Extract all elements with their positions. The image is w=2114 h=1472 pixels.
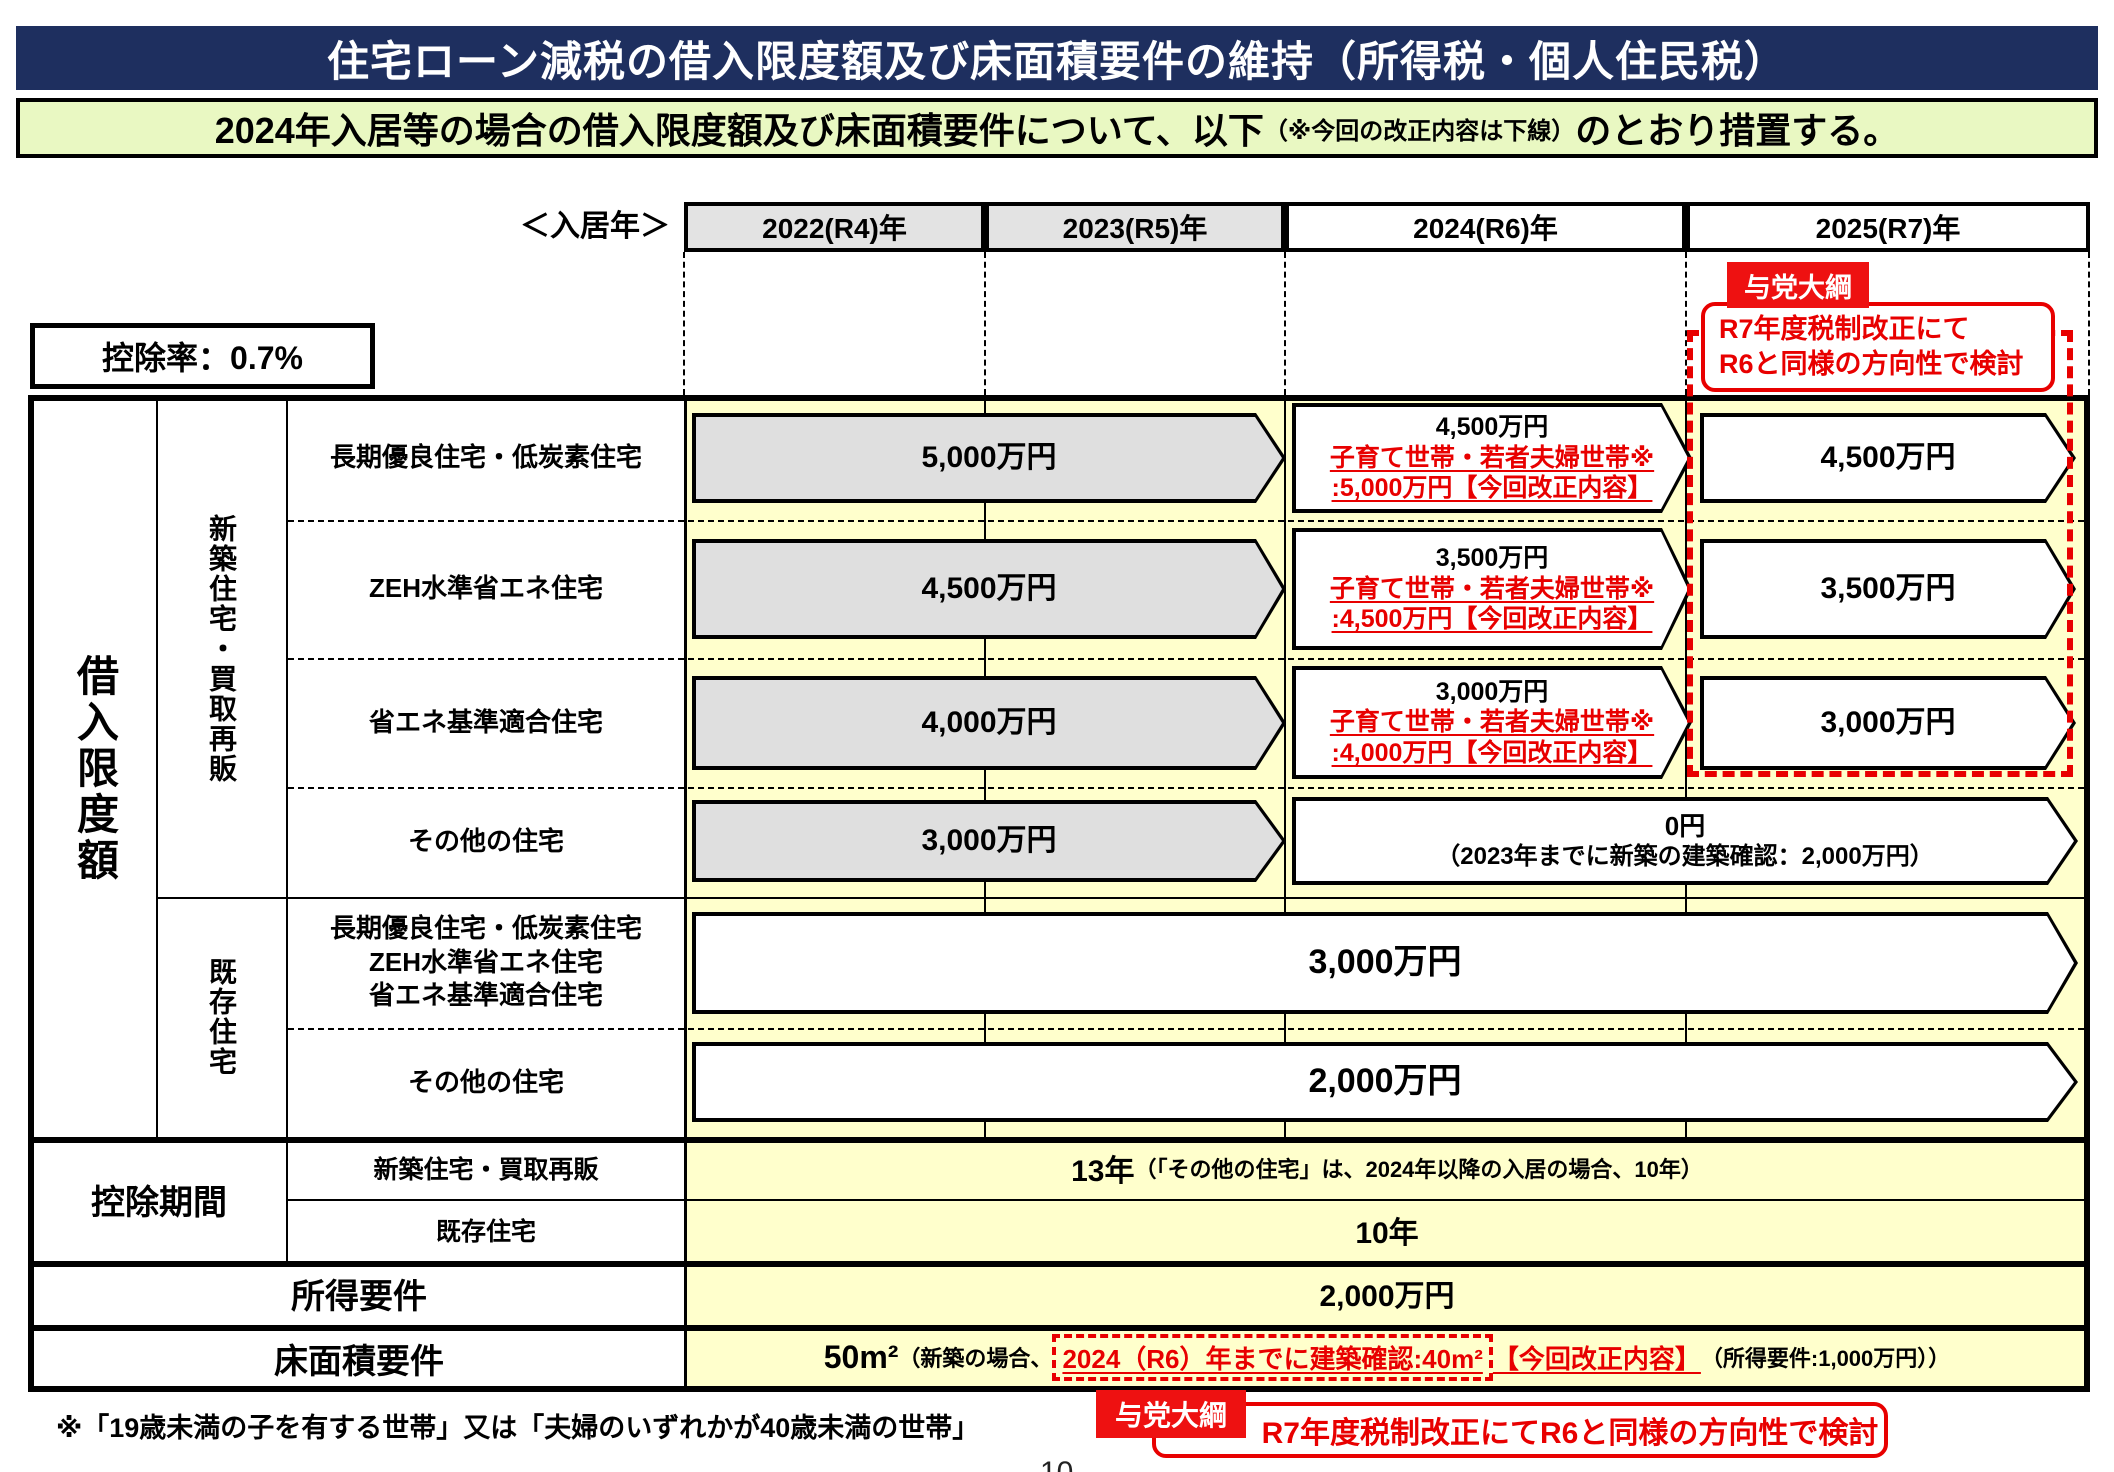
bar-2024-row2-content: 3,500万円 子育て世帯・若者夫婦世帯※ :4,500万円【今回改正内容】 xyxy=(1296,532,1688,646)
ruling-party-badge-top: 与党大綱 xyxy=(1727,262,1869,308)
move-in-year-label: ＜入居年＞ xyxy=(360,202,670,252)
floor-area-value: 50m² （新築の場合、 2024（R6）年までに建築確認:40m² 【今回改正… xyxy=(690,1328,2084,1386)
footnote: ※「19歳未満の子を有する世帯」又は「夫婦のいずれかが40歳未満の世帯」 xyxy=(56,1406,979,1445)
deduction-period-new-label: 新築住宅・買取再販 xyxy=(288,1137,684,1199)
bar-2024-row1-top: 4,500万円 xyxy=(1436,412,1549,443)
bar-existing-certified-value: 3,000万円 xyxy=(696,916,2074,1010)
column-guide-dash xyxy=(1284,252,1286,395)
r7-review-dashed-outline xyxy=(1687,330,2073,777)
existing-label-line2: ZEH水準省エネ住宅 xyxy=(369,946,603,980)
deduction-period-header: 控除期間 xyxy=(34,1143,284,1255)
row-label-other-new: その他の住宅 xyxy=(288,787,684,897)
bar-2024-row2-top: 3,500万円 xyxy=(1436,543,1549,574)
ruling-party-badge-bottom: 与党大綱 xyxy=(1096,1390,1246,1438)
r7-review-note-top: R7年度税制改正にて R6と同様の方向性で検討 xyxy=(1701,302,2055,392)
bar-2024-row3-red1: 子育て世帯・若者夫婦世帯※ xyxy=(1330,707,1654,738)
floor-area-seg1: （新築の場合、 xyxy=(898,1341,1052,1373)
subtitle-before: 2024年入居等の場合の借入限度額及び床面積要件について、以下 xyxy=(215,102,1264,154)
subtitle-paren: （※今回の改正内容は下線） xyxy=(1264,111,1575,146)
bar-2024-row1-red2: :5,000万円【今回改正内容】 xyxy=(1332,473,1653,504)
slide-page: 住宅ローン減税の借入限度額及び床面積要件の維持（所得税・個人住民税） 2024年… xyxy=(0,0,2114,1472)
bar-2022-row3-value: 4,000万円 xyxy=(696,680,1282,766)
row4-note: （2023年までに新築の建築確認：2,000万円） xyxy=(1436,842,1933,871)
period-13years-note: （「その他の住宅」は、2024年以降の入居の場合、10年） xyxy=(1134,1152,1702,1184)
loan-limit-header-cell: 借入限度額 xyxy=(34,401,156,1137)
bar-2024-row3-top: 3,000万円 xyxy=(1436,677,1549,708)
bar-2024-2025-row4: 0円 （2023年までに新築の建築確認：2,000万円） xyxy=(1292,797,2078,885)
bar-2022-row4: 3,000万円 xyxy=(692,800,1286,882)
bar-2022-row3: 4,000万円 xyxy=(692,676,1286,770)
bar-existing-other: 2,000万円 xyxy=(692,1042,2078,1122)
income-requirement-value: 2,000万円 xyxy=(690,1261,2084,1325)
row-label-energy-std: 省エネ基準適合住宅 xyxy=(288,658,684,787)
year-col-2025: 2025(R7)年 xyxy=(1686,202,2090,252)
floor-area-red-boxed: 2024（R6）年までに建築確認:40m² xyxy=(1062,1344,1482,1374)
r7-review-note-bottom: R7年度税制改正にてR6と同様の方向性で検討 xyxy=(1152,1402,1888,1458)
loan-limit-header: 借入限度額 xyxy=(65,654,126,884)
bar-2024-row2: 3,500万円 子育て世帯・若者夫婦世帯※ :4,500万円【今回改正内容】 xyxy=(1292,528,1692,650)
deduction-period-existing-value: 10年 xyxy=(690,1199,2084,1261)
row-label-long-term: 長期優良住宅・低炭素住宅 xyxy=(288,395,684,520)
year-col-2022: 2022(R4)年 xyxy=(684,202,985,252)
bar-2024-2025-row4-content: 0円 （2023年までに新築の建築確認：2,000万円） xyxy=(1296,801,2074,881)
column-guide-dash xyxy=(984,252,986,395)
floor-area-seg2: （所得要件:1,000万円）） xyxy=(1701,1341,1950,1373)
deduction-rate-box: 控除率：0.7% xyxy=(30,323,375,389)
r7-review-line2: R6と同様の方向性で検討 xyxy=(1719,347,2051,382)
page-title: 住宅ローン減税の借入限度額及び床面積要件の維持（所得税・個人住民税） xyxy=(16,26,2098,90)
row4-zero-yen: 0円 xyxy=(1665,811,1705,843)
table-vline xyxy=(684,401,687,1386)
bar-existing-certified: 3,000万円 xyxy=(692,912,2078,1014)
group-new-construction: 新築住宅・買取再販 xyxy=(201,514,241,784)
group-existing: 既存住宅 xyxy=(201,957,241,1077)
subtitle-after: のとおり措置する。 xyxy=(1575,102,1899,154)
page-number: 10 xyxy=(1040,1456,1073,1472)
group-existing-cell: 既存住宅 xyxy=(158,899,284,1135)
r7-review-line1: R7年度税制改正にて xyxy=(1719,312,2051,347)
existing-label-line1: 長期優良住宅・低炭素住宅 xyxy=(330,912,642,946)
row-label-zeh: ZEH水準省エネ住宅 xyxy=(288,520,684,658)
bar-2022-row1: 5,000万円 xyxy=(692,413,1286,503)
row-label-other-existing: その他の住宅 xyxy=(288,1028,684,1137)
column-guide-dash xyxy=(2088,252,2090,395)
bar-2024-row1-content: 4,500万円 子育て世帯・若者夫婦世帯※ :5,000万円【今回改正内容】 xyxy=(1296,407,1688,509)
income-requirement-label: 所得要件 xyxy=(34,1261,684,1325)
subtitle-banner: 2024年入居等の場合の借入限度額及び床面積要件について、以下（※今回の改正内容… xyxy=(16,98,2098,158)
deduction-period-existing-label: 既存住宅 xyxy=(288,1199,684,1261)
bar-existing-other-value: 2,000万円 xyxy=(696,1046,2074,1118)
floor-area-red-tag: 【今回改正内容】 xyxy=(1493,1339,1701,1376)
year-col-2023: 2023(R5)年 xyxy=(985,202,1285,252)
bar-2024-row3-content: 3,000万円 子育て世帯・若者夫婦世帯※ :4,000万円【今回改正内容】 xyxy=(1296,670,1688,775)
existing-label-line3: 省エネ基準適合住宅 xyxy=(369,979,603,1013)
group-new-construction-cell: 新築住宅・買取再販 xyxy=(158,401,284,897)
bar-2022-row2: 4,500万円 xyxy=(692,539,1286,639)
deduction-period-new-value: 13年（「その他の住宅」は、2024年以降の入居の場合、10年） xyxy=(690,1137,2084,1199)
row-label-existing-certified: 長期優良住宅・低炭素住宅 ZEH水準省エネ住宅 省エネ基準適合住宅 xyxy=(288,897,684,1028)
bar-2024-row3: 3,000万円 子育て世帯・若者夫婦世帯※ :4,000万円【今回改正内容】 xyxy=(1292,666,1692,779)
bar-2024-row3-red2: :4,000万円【今回改正内容】 xyxy=(1332,738,1653,769)
bar-2022-row2-value: 4,500万円 xyxy=(696,543,1282,635)
year-col-2024: 2024(R6)年 xyxy=(1285,202,1686,252)
period-13years: 13年 xyxy=(1071,1146,1134,1190)
bar-2024-row1: 4,500万円 子育て世帯・若者夫婦世帯※ :5,000万円【今回改正内容】 xyxy=(1292,403,1692,513)
floor-area-label: 床面積要件 xyxy=(34,1331,684,1386)
table-vline xyxy=(1284,401,1286,1137)
bar-2022-row4-value: 3,000万円 xyxy=(696,804,1282,878)
bar-2024-row1-red1: 子育て世帯・若者夫婦世帯※ xyxy=(1330,443,1654,474)
bar-2024-row2-red2: :4,500万円【今回改正内容】 xyxy=(1332,604,1653,635)
floor-area-50: 50m² xyxy=(824,1339,899,1376)
floor-area-dashed-outline: 2024（R6）年までに建築確認:40m² xyxy=(1052,1334,1492,1381)
bar-2022-row1-value: 5,000万円 xyxy=(696,417,1282,499)
column-guide-dash xyxy=(683,252,685,395)
bar-2024-row2-red1: 子育て世帯・若者夫婦世帯※ xyxy=(1330,574,1654,605)
